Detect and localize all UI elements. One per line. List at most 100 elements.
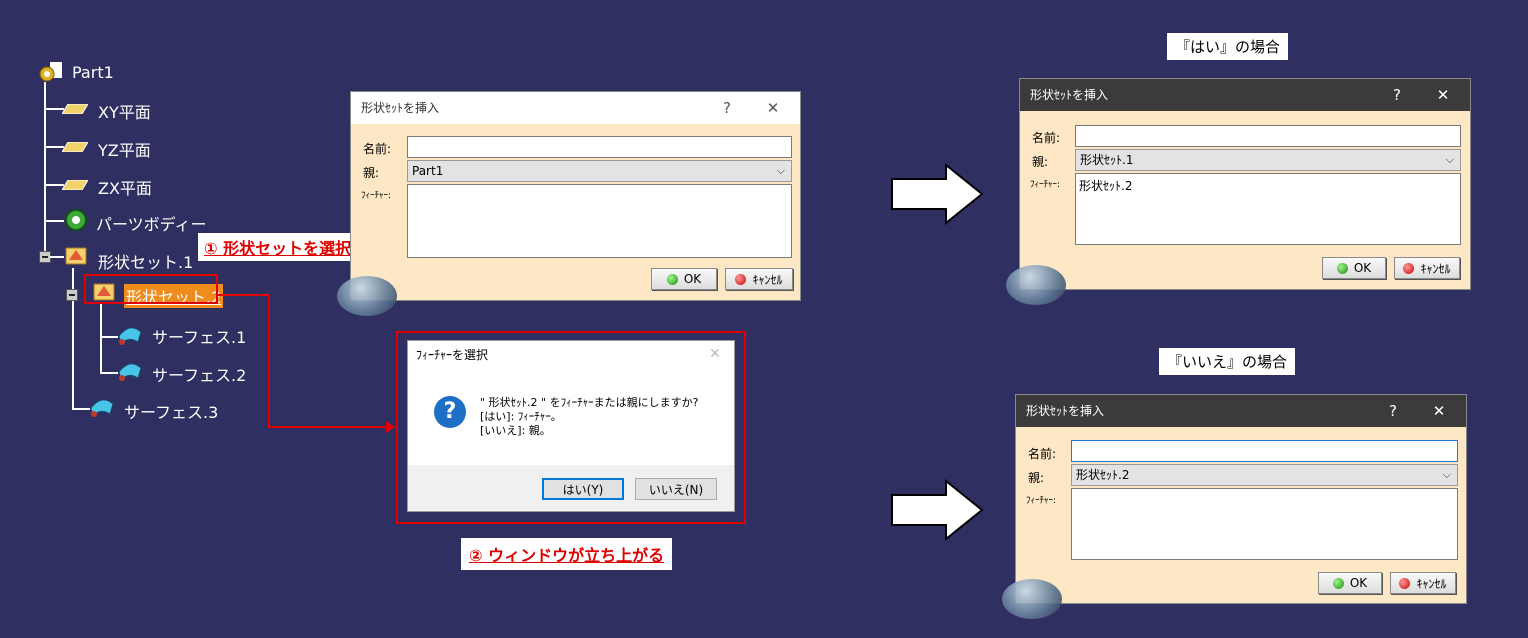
dialog-titlebar: 形状ｾｯﾄを挿入 ? ✕ <box>351 92 800 124</box>
tree-item-gs1[interactable]: 形状セット.1 <box>98 249 193 273</box>
globe-decoration <box>337 276 397 316</box>
feature-label: ﾌｨｰﾁｬｰ: <box>361 191 392 201</box>
name-label: 名前: <box>363 142 392 156</box>
cancel-label: ｷｬﾝｾﾙ <box>1416 576 1447 591</box>
feature-list[interactable]: 形状ｾｯﾄ.2 <box>1075 173 1461 245</box>
close-button[interactable]: ✕ <box>700 340 730 368</box>
tree-item-body[interactable]: パーツボディー <box>96 211 207 235</box>
msgbox-line2: [はい]: ﾌｨｰﾁｬｰ。 <box>480 410 562 423</box>
globe-decoration <box>1006 265 1066 305</box>
tree-connector <box>44 220 64 222</box>
tree-item-part1[interactable]: Part1 <box>72 63 114 82</box>
insert-geometrical-set-dialog: 形状ｾｯﾄを挿入 ? ✕ 名前: 親: Part1 ⌵ ﾌｨｰﾁｬｰ: OK ｷ… <box>337 91 801 316</box>
no-button[interactable]: いいえ(N) <box>635 478 717 500</box>
tree-connector <box>44 184 64 186</box>
dialog-title: 形状ｾｯﾄを挿入 <box>1030 88 1109 102</box>
connector-line <box>268 426 388 428</box>
caption-yes-case: 『はい』の場合 <box>1167 33 1289 60</box>
name-input[interactable] <box>1075 125 1461 147</box>
dialog-titlebar: 形状ｾｯﾄを挿入 ? ✕ <box>1016 395 1466 427</box>
parent-label: 親: <box>363 166 380 180</box>
help-button[interactable]: ? <box>712 92 742 124</box>
cancel-icon <box>1399 577 1411 589</box>
plane-icon <box>62 104 88 114</box>
tree-branch-gs2 <box>100 304 102 372</box>
cancel-button[interactable]: ｷｬﾝｾﾙ <box>1394 257 1460 279</box>
tree-item-surf1[interactable]: サーフェス.1 <box>152 324 246 348</box>
connector-line <box>268 294 270 428</box>
dialog-titlebar: 形状ｾｯﾄを挿入 ? ✕ <box>1020 79 1470 111</box>
help-button[interactable]: ? <box>1382 79 1412 111</box>
plane-icon <box>62 142 88 152</box>
selection-highlight <box>84 274 218 304</box>
tree-item-zx-plane[interactable]: ZX平面 <box>98 175 152 199</box>
right-arrow-icon <box>891 479 984 541</box>
globe-decoration <box>1002 579 1062 619</box>
yes-button[interactable]: はい(Y) <box>542 478 624 500</box>
feature-list[interactable] <box>407 184 792 258</box>
ok-button[interactable]: OK <box>651 268 717 290</box>
caption-no-case: 『いいえ』の場合 <box>1159 348 1296 375</box>
tree-item-xy-plane[interactable]: XY平面 <box>98 99 151 123</box>
feature-label: ﾌｨｰﾁｬｰ: <box>1030 180 1061 190</box>
dialog-title: 形状ｾｯﾄを挿入 <box>1026 404 1105 418</box>
cancel-label: ｷｬﾝｾﾙ <box>752 272 783 287</box>
ok-button[interactable]: OK <box>1318 572 1382 594</box>
connector-line <box>218 294 270 296</box>
connector-arrowhead <box>386 421 395 433</box>
msgbox-titlebar: ﾌｨｰﾁｬｰを選択 ✕ <box>408 341 734 369</box>
help-button[interactable]: ? <box>1378 395 1408 427</box>
dialog-title: 形状ｾｯﾄを挿入 <box>361 101 440 115</box>
msgbox-text: " 形状ｾｯﾄ.2 " をﾌｨｰﾁｬｰまたは親にしますか? [はい]: ﾌｨｰﾁ… <box>480 396 698 438</box>
ok-label: OK <box>1353 261 1372 275</box>
tree-connector <box>44 146 64 148</box>
msgbox-footer: はい(Y) いいえ(N) <box>408 465 734 511</box>
cancel-label: ｷｬﾝｾﾙ <box>1420 261 1451 276</box>
surface-icon <box>116 322 144 346</box>
name-label: 名前: <box>1028 447 1057 461</box>
parent-value: Part1 <box>412 164 444 178</box>
feature-list[interactable] <box>1071 488 1458 560</box>
tree-item-surf2[interactable]: サーフェス.2 <box>152 362 246 386</box>
close-button[interactable]: ✕ <box>758 92 788 124</box>
parent-select[interactable]: 形状ｾｯﾄ.2 ⌵ <box>1071 464 1458 486</box>
parent-label: 親: <box>1032 155 1049 169</box>
name-input[interactable] <box>407 136 792 158</box>
tree-item-yz-plane[interactable]: YZ平面 <box>98 137 151 161</box>
chevron-down-icon: ⌵ <box>776 164 785 177</box>
name-label: 名前: <box>1032 131 1061 145</box>
tree-connector <box>50 256 64 258</box>
question-icon: ? <box>434 396 466 428</box>
cancel-button[interactable]: ｷｬﾝｾﾙ <box>725 268 793 290</box>
ok-icon <box>666 273 678 285</box>
close-button[interactable]: ✕ <box>1424 395 1454 427</box>
surface-icon <box>116 358 144 382</box>
name-input[interactable] <box>1071 440 1458 462</box>
right-arrow-icon <box>891 163 984 225</box>
msgbox-line1: " 形状ｾｯﾄ.2 " をﾌｨｰﾁｬｰまたは親にしますか? <box>480 396 699 409</box>
ok-button[interactable]: OK <box>1322 257 1386 279</box>
cancel-button[interactable]: ｷｬﾝｾﾙ <box>1390 572 1456 594</box>
surface-icon <box>88 394 116 418</box>
cancel-icon <box>735 273 747 285</box>
chevron-down-icon: ⌵ <box>1442 468 1451 481</box>
plane-icon <box>62 180 88 190</box>
msgbox-line3: [いいえ]: 親。 <box>480 424 551 437</box>
parent-select[interactable]: Part1 ⌵ <box>407 160 792 182</box>
parent-label: 親: <box>1028 471 1045 485</box>
tree-item-surf3[interactable]: サーフェス.3 <box>124 399 218 423</box>
close-button[interactable]: ✕ <box>1428 79 1458 111</box>
ok-icon <box>1332 577 1344 589</box>
part-icon <box>38 62 68 84</box>
callout-step1: ① 形状セットを選択 <box>198 233 358 261</box>
collapse-icon[interactable] <box>66 289 78 301</box>
ok-icon <box>1336 262 1348 274</box>
insert-geometrical-set-dialog-no: 形状ｾｯﾄを挿入 ? ✕ 名前: 親: 形状ｾｯﾄ.2 ⌵ ﾌｨｰﾁｬｰ: OK… <box>1002 394 1467 619</box>
chevron-down-icon: ⌵ <box>1445 153 1454 166</box>
callout-step2: ② ウィンドウが立ち上がる <box>461 538 673 570</box>
parent-value: 形状ｾｯﾄ.2 <box>1076 468 1130 482</box>
cancel-icon <box>1403 262 1415 274</box>
ok-label: OK <box>683 272 702 286</box>
parent-select[interactable]: 形状ｾｯﾄ.1 ⌵ <box>1075 149 1461 171</box>
geometrical-set-icon <box>64 244 90 268</box>
